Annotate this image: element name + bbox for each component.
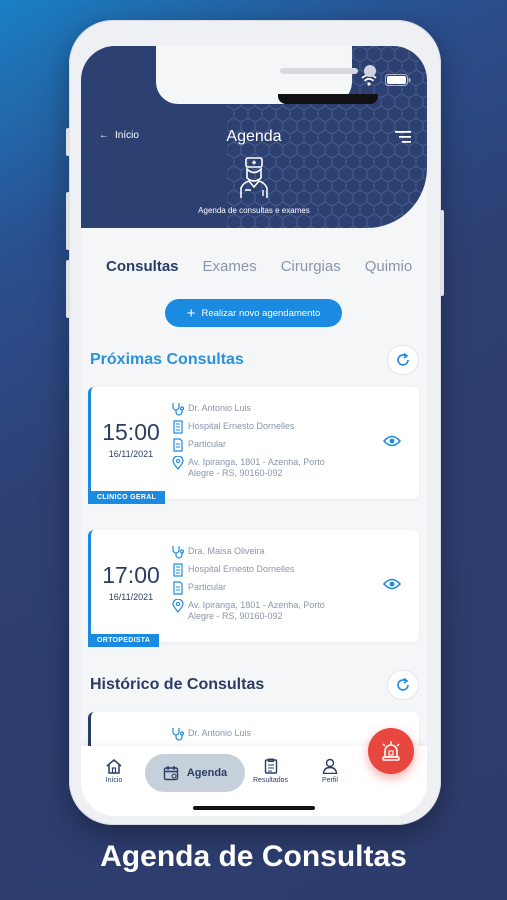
appointment-card[interactable]: 17:00 16/11/2021 Dra. Maisa Oliveira Hos…: [88, 530, 419, 647]
refresh-upcoming-button[interactable]: [387, 345, 419, 375]
history-title: Histórico de Consultas: [90, 676, 265, 693]
battery-icon: [385, 74, 411, 86]
speaker-grille: [280, 68, 358, 74]
stethoscope-icon: [172, 403, 185, 416]
tab-exames[interactable]: Exames: [203, 258, 257, 275]
plus-icon: +: [186, 304, 196, 322]
nav-home-label: Início: [105, 777, 123, 784]
volume-up-button: [66, 192, 70, 250]
front-camera: [364, 65, 376, 77]
doctor-icon: [240, 157, 268, 198]
doctor-name: Dr. Antonio Luis: [188, 403, 252, 413]
mute-switch: [66, 128, 70, 156]
hospital-icon: [173, 563, 183, 577]
appointment-info: Dr. Antonio Luis: [171, 728, 349, 746]
stethoscope-icon: [172, 728, 185, 741]
user-icon: [322, 758, 338, 774]
appointment-info: Dra. Maisa Oliveira Hospital Ernesto Dor…: [171, 546, 349, 627]
emergency-button[interactable]: [368, 728, 414, 774]
power-button: [440, 210, 444, 296]
eye-icon[interactable]: [383, 435, 401, 447]
promo-caption: Agenda de Consultas: [100, 840, 407, 873]
appointment-time: 17:00: [102, 562, 160, 588]
refresh-history-button[interactable]: [387, 670, 419, 700]
nav-agenda-label: Agenda: [186, 767, 228, 779]
nav-agenda[interactable]: Agenda: [145, 754, 245, 792]
home-indicator: [193, 806, 315, 810]
header-subtitle: Agenda de consultas e exames: [198, 206, 310, 215]
home-icon: [106, 759, 122, 774]
nav-home[interactable]: Início: [105, 758, 123, 784]
specialty-badge: CLINICO GERAL: [88, 491, 166, 504]
phone-frame: ← Início Agenda Agenda de consultas e ex…: [66, 20, 444, 825]
appointment-time: 15:00: [102, 419, 160, 445]
upcoming-title: Próximas Consultas: [90, 351, 244, 368]
page-title: Agenda: [226, 128, 282, 145]
nav-profile[interactable]: Perfil: [322, 758, 338, 784]
calendar-icon: [163, 766, 179, 781]
siren-icon: [382, 741, 400, 761]
specialty-badge: ORTOPEDISTA: [88, 634, 160, 647]
menu-icon[interactable]: [393, 130, 411, 144]
refresh-icon: [397, 352, 409, 366]
health-plan: Particular: [188, 439, 227, 449]
doctor-name: Dra. Maisa Oliveira: [188, 546, 265, 556]
address: Av. Ipiranga, 1801 - Azenha, Porto Alegr…: [188, 457, 325, 478]
clipboard-icon: [264, 758, 277, 774]
notch-cutout: [278, 94, 378, 104]
address: Av. Ipiranga, 1801 - Azenha, Porto Alegr…: [188, 600, 325, 621]
hospital-name: Hospital Ernesto Dornelles: [188, 564, 295, 574]
notch: [156, 46, 378, 104]
tab-bar: Consultas Exames Cirurgias Quimio: [106, 258, 412, 275]
document-icon: [173, 438, 183, 452]
health-plan: Particular: [188, 582, 227, 592]
appointment-info: Dr. Antonio Luis Hospital Ernesto Dornel…: [171, 403, 349, 484]
nav-results[interactable]: Resultados: [253, 758, 288, 784]
tab-cirurgias[interactable]: Cirurgias: [281, 258, 341, 275]
hospital-icon: [173, 420, 183, 434]
eye-icon[interactable]: [383, 578, 401, 590]
tab-quimio[interactable]: Quimio: [365, 258, 413, 275]
stethoscope-icon: [172, 546, 185, 559]
appointment-date: 16/11/2021: [108, 449, 154, 459]
nav-results-label: Resultados: [253, 777, 289, 784]
new-appointment-label: Realizar novo agendamento: [201, 307, 321, 319]
refresh-icon: [397, 677, 409, 691]
location-pin-icon: [172, 599, 184, 613]
doctor-name: Dr. Antonio Luis: [188, 728, 252, 738]
new-appointment-button[interactable]: + Realizar novo agendamento: [165, 299, 342, 327]
app-screen: ← Início Agenda Agenda de consultas e ex…: [81, 46, 427, 816]
appointment-date: 16/11/2021: [108, 592, 154, 602]
location-pin-icon: [172, 456, 184, 470]
nav-profile-label: Perfil: [322, 777, 338, 784]
volume-down-button: [66, 260, 70, 318]
tab-consultas[interactable]: Consultas: [106, 258, 179, 275]
document-icon: [173, 581, 183, 595]
hospital-name: Hospital Ernesto Dornelles: [188, 421, 295, 431]
appointment-card[interactable]: 15:00 16/11/2021 Dr. Antonio Luis Hospit…: [88, 387, 419, 504]
